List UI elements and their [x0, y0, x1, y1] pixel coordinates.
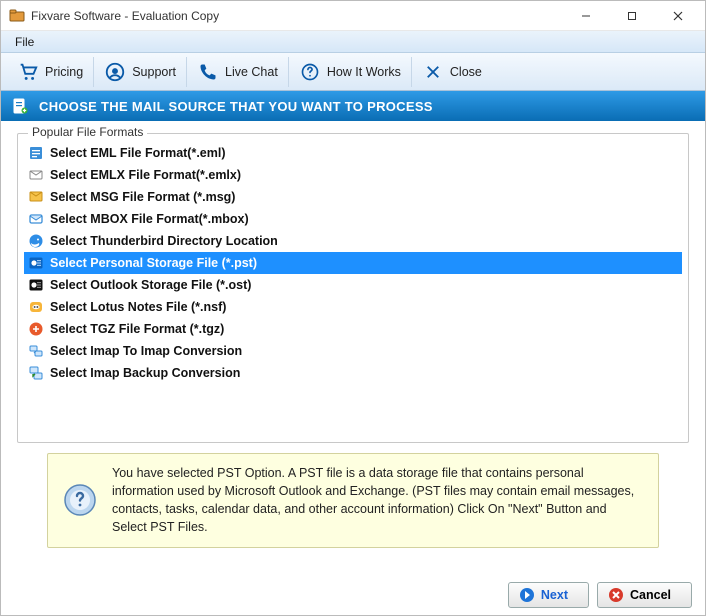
format-label: Select MBOX File Format(*.mbox): [50, 212, 249, 226]
format-label: Select MSG File Format (*.msg): [50, 190, 235, 204]
format-row[interactable]: Select MSG File Format (*.msg): [24, 186, 682, 208]
window-minimize-button[interactable]: [563, 1, 609, 31]
question-icon: [299, 61, 321, 83]
window-title: Fixvare Software - Evaluation Copy: [31, 9, 563, 23]
format-label: Select EMLX File Format(*.emlx): [50, 168, 241, 182]
toolbar-pricing-button[interactable]: Pricing: [7, 57, 94, 87]
arrow-right-icon: [519, 587, 535, 603]
info-icon: [62, 482, 98, 518]
formats-group: Popular File Formats Select EML File For…: [17, 133, 689, 443]
format-label: Select Outlook Storage File (*.ost): [50, 278, 251, 292]
format-row[interactable]: Select Imap To Imap Conversion: [24, 340, 682, 362]
format-row[interactable]: Select TGZ File Format (*.tgz): [24, 318, 682, 340]
format-row[interactable]: Select EMLX File Format(*.emlx): [24, 164, 682, 186]
cart-icon: [17, 61, 39, 83]
format-row[interactable]: Select Lotus Notes File (*.nsf): [24, 296, 682, 318]
format-row[interactable]: Select Personal Storage File (*.pst): [24, 252, 682, 274]
format-label: Select EML File Format(*.eml): [50, 146, 226, 160]
footer-buttons: Next Cancel: [508, 582, 692, 608]
format-label: Select Lotus Notes File (*.nsf): [50, 300, 226, 314]
menu-file[interactable]: File: [7, 33, 42, 51]
close-icon: [422, 61, 444, 83]
window-titlebar: Fixvare Software - Evaluation Copy: [1, 1, 705, 31]
cancel-button[interactable]: Cancel: [597, 582, 692, 608]
banner-text: CHOOSE THE MAIL SOURCE THAT YOU WANT TO …: [39, 99, 433, 114]
toolbar-livechat-button[interactable]: Live Chat: [187, 57, 289, 87]
info-text: You have selected PST Option. A PST file…: [112, 464, 644, 537]
app-icon: [9, 8, 25, 24]
next-button[interactable]: Next: [508, 582, 589, 608]
toolbar-label: Live Chat: [225, 65, 278, 79]
phone-icon: [197, 61, 219, 83]
formats-list: Select EML File Format(*.eml) Select EMLX…: [24, 142, 682, 384]
toolbar: Pricing Support Live Chat How It Works C…: [1, 53, 705, 91]
imap-icon: [28, 343, 44, 359]
format-label: Select Personal Storage File (*.pst): [50, 256, 257, 270]
info-panel: You have selected PST Option. A PST file…: [47, 453, 659, 548]
toolbar-support-button[interactable]: Support: [94, 57, 187, 87]
toolbar-label: Support: [132, 65, 176, 79]
eml-icon: [28, 145, 44, 161]
msg-icon: [28, 189, 44, 205]
ost-icon: [28, 277, 44, 293]
format-label: Select Imap Backup Conversion: [50, 366, 240, 380]
format-row[interactable]: Select Imap Backup Conversion: [24, 362, 682, 384]
window-maximize-button[interactable]: [609, 1, 655, 31]
window-close-button[interactable]: [655, 1, 701, 31]
toolbar-label: Close: [450, 65, 482, 79]
menubar: File: [1, 31, 705, 53]
pst-icon: [28, 255, 44, 271]
mbox-icon: [28, 211, 44, 227]
toolbar-label: How It Works: [327, 65, 401, 79]
cancel-icon: [608, 587, 624, 603]
headset-icon: [104, 61, 126, 83]
toolbar-howitworks-button[interactable]: How It Works: [289, 57, 412, 87]
format-label: Select TGZ File Format (*.tgz): [50, 322, 224, 336]
format-row[interactable]: Select Outlook Storage File (*.ost): [24, 274, 682, 296]
button-label: Next: [541, 588, 568, 602]
thunderbird-icon: [28, 233, 44, 249]
format-row[interactable]: Select MBOX File Format(*.mbox): [24, 208, 682, 230]
format-label: Select Thunderbird Directory Location: [50, 234, 278, 248]
nsf-icon: [28, 299, 44, 315]
button-label: Cancel: [630, 588, 671, 602]
toolbar-close-button[interactable]: Close: [412, 57, 492, 87]
tgz-icon: [28, 321, 44, 337]
section-banner: CHOOSE THE MAIL SOURCE THAT YOU WANT TO …: [1, 91, 705, 121]
emlx-icon: [28, 167, 44, 183]
format-label: Select Imap To Imap Conversion: [50, 344, 242, 358]
document-plus-icon: [11, 97, 29, 115]
formats-legend: Popular File Formats: [28, 125, 147, 139]
toolbar-label: Pricing: [45, 65, 83, 79]
format-row[interactable]: Select EML File Format(*.eml): [24, 142, 682, 164]
content-area: Popular File Formats Select EML File For…: [1, 121, 705, 556]
format-row[interactable]: Select Thunderbird Directory Location: [24, 230, 682, 252]
imap-backup-icon: [28, 365, 44, 381]
